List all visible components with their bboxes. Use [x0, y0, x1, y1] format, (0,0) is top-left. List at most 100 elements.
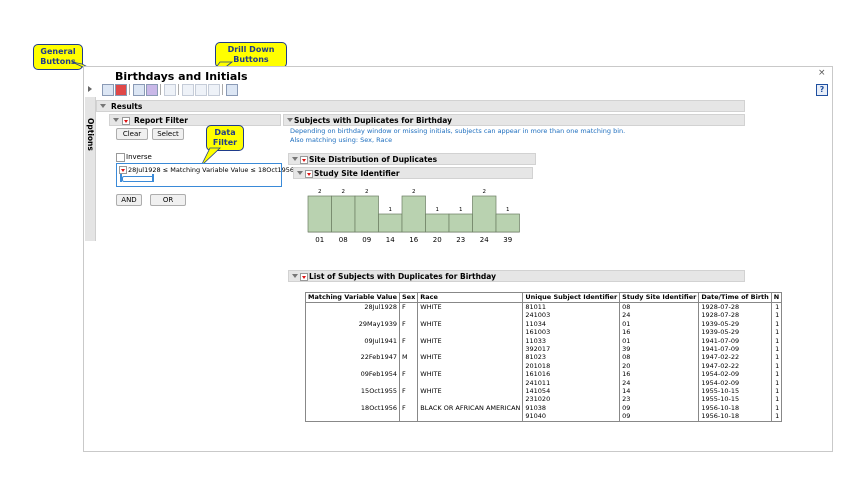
- table-cell-site: 09: [619, 403, 700, 413]
- bar-08[interactable]: [331, 195, 356, 233]
- table-cell-race: [417, 412, 524, 422]
- column-header[interactable]: Sex: [398, 292, 419, 303]
- list-header[interactable]: List of Subjects with Duplicates for Bir…: [288, 270, 745, 282]
- list-title: List of Subjects with Duplicates for Bir…: [309, 272, 496, 281]
- copy-icon[interactable]: [195, 84, 207, 96]
- help-button[interactable]: ?: [816, 84, 828, 96]
- tick-label-39: 39: [503, 236, 512, 244]
- table-cell-dob: 1941-07-09: [698, 345, 772, 354]
- site-distribution-menu-icon[interactable]: [300, 156, 308, 164]
- table-cell-dob: 1939-05-29: [698, 328, 772, 337]
- filter-icon[interactable]: [208, 84, 220, 96]
- table-row[interactable]: 22Feb1947 M WHITE 81023 08 1947-02-22 1: [305, 353, 783, 362]
- table-cell-race: [417, 361, 524, 371]
- table-cell-n: 1: [770, 412, 783, 422]
- results-header[interactable]: Results: [96, 100, 745, 112]
- table-row[interactable]: 231020 23 1955-10-15 1: [305, 395, 783, 404]
- table-cell-race: WHITE: [417, 336, 524, 346]
- report-filter-menu-icon[interactable]: [122, 117, 130, 125]
- data-label-09: 2: [365, 189, 369, 195]
- table-cell-id: 241011: [522, 378, 621, 388]
- study-site-menu-icon[interactable]: [305, 170, 313, 178]
- site-distribution-header[interactable]: Site Distribution of Duplicates: [288, 153, 536, 165]
- or-button[interactable]: OR: [150, 194, 186, 206]
- data-table-icon[interactable]: [102, 84, 114, 96]
- data-label-20: 1: [436, 207, 440, 213]
- table-cell-race: WHITE: [417, 319, 524, 329]
- column-header[interactable]: Date/Time of Birth: [698, 292, 772, 303]
- site-distribution-title: Site Distribution of Duplicates: [309, 155, 438, 164]
- table-row[interactable]: 201018 20 1947-02-22 1: [305, 361, 783, 371]
- help-icon: ?: [819, 85, 825, 94]
- table-row[interactable]: 09Jul1941 F WHITE 11033 01 1941-07-09 1: [305, 336, 783, 346]
- bar-01[interactable]: [307, 195, 332, 233]
- slider-handle-right[interactable]: [152, 174, 154, 182]
- table-row[interactable]: 161003 16 1939-05-29 1: [305, 328, 783, 337]
- table-row[interactable]: 15Oct1955 F WHITE 141054 14 1955-10-15 1: [305, 387, 783, 396]
- filter-condition-menu-icon[interactable]: [119, 166, 127, 174]
- table-cell-dob: 1947-02-22: [698, 353, 772, 362]
- toolbar-separator: [222, 84, 223, 95]
- bar-24[interactable]: [472, 195, 497, 233]
- study-site-header[interactable]: Study Site Identifier: [293, 167, 533, 179]
- column-header[interactable]: N: [770, 292, 783, 303]
- table-cell-mv: 09Jul1941: [305, 336, 400, 346]
- bar-39[interactable]: [495, 213, 520, 233]
- window-title: Birthdays and Initials: [115, 70, 248, 83]
- column-header[interactable]: Matching Variable Value: [305, 292, 400, 303]
- table-cell-n: 1: [770, 370, 783, 379]
- results-label: Results: [111, 102, 143, 111]
- report-icon[interactable]: [182, 84, 194, 96]
- data-label-08: 2: [342, 189, 346, 195]
- table-row[interactable]: 91040 09 1956-10-18 1: [305, 412, 783, 422]
- table-cell-race: [417, 395, 524, 404]
- table-cell-race: [417, 345, 524, 354]
- table-row[interactable]: 09Feb1954 F WHITE 161016 16 1954-02-09 1: [305, 370, 783, 379]
- table-cell-race: WHITE: [417, 370, 524, 379]
- drill-down-icon[interactable]: [146, 84, 158, 96]
- and-button[interactable]: AND: [116, 194, 142, 206]
- table-cell-mv: [305, 361, 400, 371]
- bar-14[interactable]: [378, 213, 403, 233]
- table-cell-mv: [305, 345, 400, 354]
- refresh-icon[interactable]: [164, 84, 176, 96]
- table-row[interactable]: 392017 39 1941-07-09 1: [305, 345, 783, 354]
- data-filter-callout-text: Data Filter: [212, 128, 238, 147]
- table-cell-mv: [305, 412, 400, 422]
- column-header[interactable]: Race: [417, 292, 524, 303]
- tick-label-16: 16: [409, 236, 418, 244]
- column-header[interactable]: Study Site Identifier: [619, 292, 700, 303]
- bar-23[interactable]: [448, 213, 473, 233]
- table-cell-sex: M: [398, 353, 419, 362]
- clear-button[interactable]: Clear: [116, 128, 148, 140]
- table-cell-n: 1: [770, 395, 783, 404]
- red-flag-icon[interactable]: [115, 84, 127, 96]
- table-cell-race: [417, 311, 524, 320]
- table-cell-mv: [305, 328, 400, 337]
- table-row[interactable]: 241003 24 1928-07-28 1: [305, 311, 783, 320]
- inverse-label: Inverse: [126, 153, 152, 161]
- table-row[interactable]: 29May1939 F WHITE 11034 01 1939-05-29 1: [305, 319, 783, 329]
- list-menu-icon[interactable]: [300, 273, 308, 281]
- subject-profile-icon[interactable]: [133, 84, 145, 96]
- table-cell-mv: 22Feb1947: [305, 353, 400, 362]
- options-toggle-icon[interactable]: [88, 86, 92, 92]
- select-button[interactable]: Select: [152, 128, 184, 140]
- bar-16[interactable]: [401, 195, 426, 233]
- subjects-header[interactable]: Subjects with Duplicates for Birthday: [283, 114, 745, 126]
- table-cell-race: [417, 378, 524, 388]
- table-cell-n: 1: [770, 361, 783, 371]
- export-icon[interactable]: [226, 84, 238, 96]
- inverse-checkbox[interactable]: [116, 153, 125, 162]
- report-filter-header[interactable]: Report Filter: [109, 114, 281, 126]
- bar-09[interactable]: [354, 195, 379, 233]
- slider-handle-left[interactable]: [120, 174, 122, 182]
- bar-20[interactable]: [425, 213, 450, 233]
- close-icon[interactable]: ×: [818, 68, 826, 78]
- column-header[interactable]: Unique Subject Identifier: [522, 292, 621, 303]
- table-row[interactable]: 18Oct1956 F BLACK OR AFRICAN AMERICAN 91038…: [305, 403, 783, 413]
- table-row[interactable]: 28Jul1928 F WHITE 81011 08 1928-07-28 1: [305, 302, 783, 312]
- table-row[interactable]: 241011 24 1954-02-09 1: [305, 378, 783, 388]
- tick-label-08: 08: [339, 236, 348, 244]
- range-slider[interactable]: [122, 176, 154, 182]
